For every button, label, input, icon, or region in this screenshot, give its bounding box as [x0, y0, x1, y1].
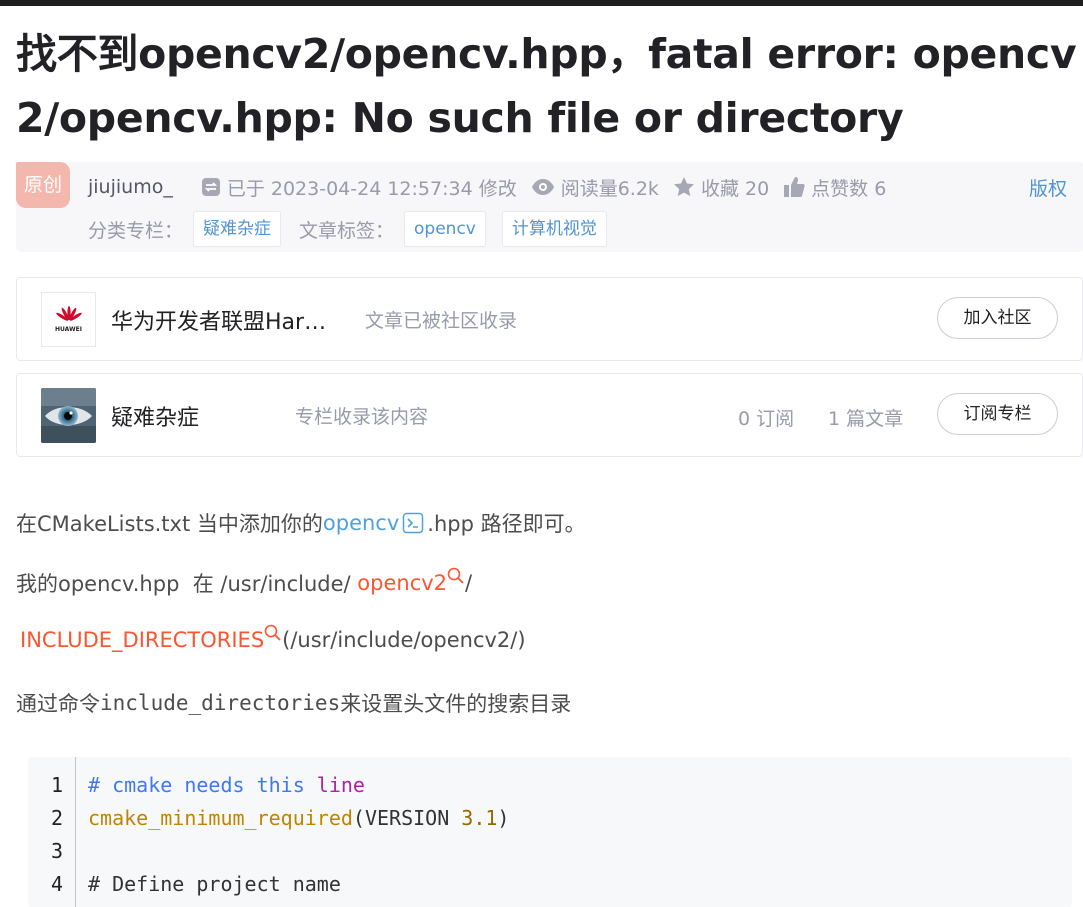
code-line-2: cmake_minimum_required(VERSION 3.1) — [88, 806, 509, 830]
code-line-4: # Define project name — [88, 872, 341, 896]
category-tag[interactable]: 疑难杂症 — [193, 211, 282, 247]
p2-text-end: / — [465, 571, 473, 595]
p4-text-end: 来设置头文件的搜索目录 — [340, 692, 572, 716]
comment-keyword: line — [316, 773, 365, 797]
thumbs-up-icon — [784, 177, 805, 197]
comment-text: cmake needs this — [112, 773, 317, 797]
terminal-icon[interactable] — [402, 512, 424, 534]
huawei-logo: HUAWEI — [41, 292, 96, 347]
subscribe-column-button[interactable]: 订阅专栏 — [937, 393, 1058, 435]
category-label: 分类专栏： — [88, 219, 184, 242]
join-community-button[interactable]: 加入社区 — [937, 297, 1058, 339]
read-count: 阅读量6.2k — [531, 174, 659, 201]
edit-time: 已于 2023-04-24 12:57:34 修改 — [226, 177, 517, 200]
p4-text: 通过命令 — [16, 692, 100, 716]
column-cover-image — [41, 388, 96, 443]
p3-text: (/usr/include/opencv2/) — [282, 628, 526, 652]
opencv-keyword-link[interactable]: opencv — [323, 511, 399, 535]
huawei-logo-text: HUAWEI — [54, 326, 83, 333]
search-icon[interactable] — [264, 624, 282, 642]
code-line-1: # cmake needs this line — [88, 773, 365, 797]
paragraph-1: 在CMakeLists.txt 当中添加你的 opencv .hpp 路径即可。 — [16, 508, 586, 538]
star-icon — [673, 177, 694, 197]
article-meta: 原创 jiujiumo_ 已于 2023-04-24 12:57:34 修改 阅… — [16, 162, 1083, 252]
column-subscribers: 0 订阅 — [738, 408, 795, 430]
tags-label: 文章标签： — [299, 219, 395, 242]
line-number: 3 — [50, 839, 63, 863]
top-bar — [0, 0, 1083, 6]
column-card: 疑难杂症 专栏收录该内容 0 订阅 1 篇文章 订阅专栏 — [16, 373, 1083, 457]
read-count-label: 阅读量6.2k — [560, 177, 659, 200]
copyright-link[interactable]: 版权 — [1029, 174, 1067, 201]
column-article-count: 1 篇文章 — [828, 408, 904, 430]
line-number: 1 — [50, 773, 63, 797]
tag-opencv[interactable]: opencv — [404, 211, 486, 247]
meta-info-row: jiujiumo_ 已于 2023-04-24 12:57:34 修改 阅读量6… — [88, 174, 900, 200]
p1-text: 在CMakeLists.txt 当中添加你的 — [16, 512, 323, 536]
huawei-flower-icon — [55, 306, 82, 321]
tag-computer-vision[interactable]: 计算机视觉 — [501, 211, 607, 247]
opencv2-search-link[interactable]: opencv2 — [357, 571, 447, 595]
line-number: 4 — [50, 872, 63, 896]
code-number: 3.1 — [461, 806, 498, 830]
column-name[interactable]: 疑难杂症 — [111, 400, 199, 432]
community-card: HUAWEI 华为开发者联盟Har… 文章已被社区收录 加入社区 — [16, 277, 1083, 361]
comment-hash: # — [88, 773, 113, 797]
original-badge: 原创 — [16, 162, 70, 208]
include-directories-search-link[interactable]: INCLUDE_DIRECTORIES — [20, 628, 264, 652]
line-number-gutter: 1 2 3 4 — [28, 757, 76, 907]
meta-tags-row: 分类专栏： 疑难杂症 文章标签： opencv 计算机视觉 — [88, 211, 615, 247]
paragraph-4: 通过命令 include_directories 来设置头文件的搜索目录 — [16, 688, 571, 718]
paragraph-3: INCLUDE_DIRECTORIES (/usr/include/opencv… — [20, 624, 526, 652]
edit-history-icon — [201, 178, 220, 196]
like-count: 点赞数 6 — [811, 177, 887, 200]
code-block[interactable]: 1 2 3 4 # cmake needs this line cmake_mi… — [28, 757, 1072, 907]
code-args: (VERSION — [352, 806, 462, 830]
eye-icon — [531, 179, 554, 195]
code-function: cmake_minimum_required — [88, 806, 353, 830]
edit-info: 已于 2023-04-24 12:57:34 修改 — [201, 174, 517, 201]
author-link[interactable]: jiujiumo_ — [88, 176, 173, 198]
p1-text-end: .hpp 路径即可。 — [427, 512, 586, 536]
p2-text: 我的opencv.hpp 在 /usr/include/ — [16, 572, 358, 596]
favorite-count: 收藏 20 — [700, 177, 770, 200]
line-number: 2 — [50, 806, 63, 830]
community-name[interactable]: 华为开发者联盟Har… — [111, 304, 326, 336]
community-desc: 文章已被社区收录 — [365, 310, 518, 332]
p4-inline-code: include_directories — [100, 691, 341, 715]
column-desc: 专栏收录该内容 — [295, 406, 429, 428]
search-icon[interactable] — [447, 567, 465, 585]
like-button[interactable]: 点赞数 6 — [783, 174, 886, 201]
code-paren: ) — [497, 806, 510, 830]
article-title: 找不到opencv2/opencv.hpp，fatal error: openc… — [16, 30, 1077, 142]
favorite-button[interactable]: 收藏 20 — [673, 174, 769, 201]
paragraph-2: 我的opencv.hpp 在 /usr/include/ opencv2 / — [16, 567, 473, 598]
